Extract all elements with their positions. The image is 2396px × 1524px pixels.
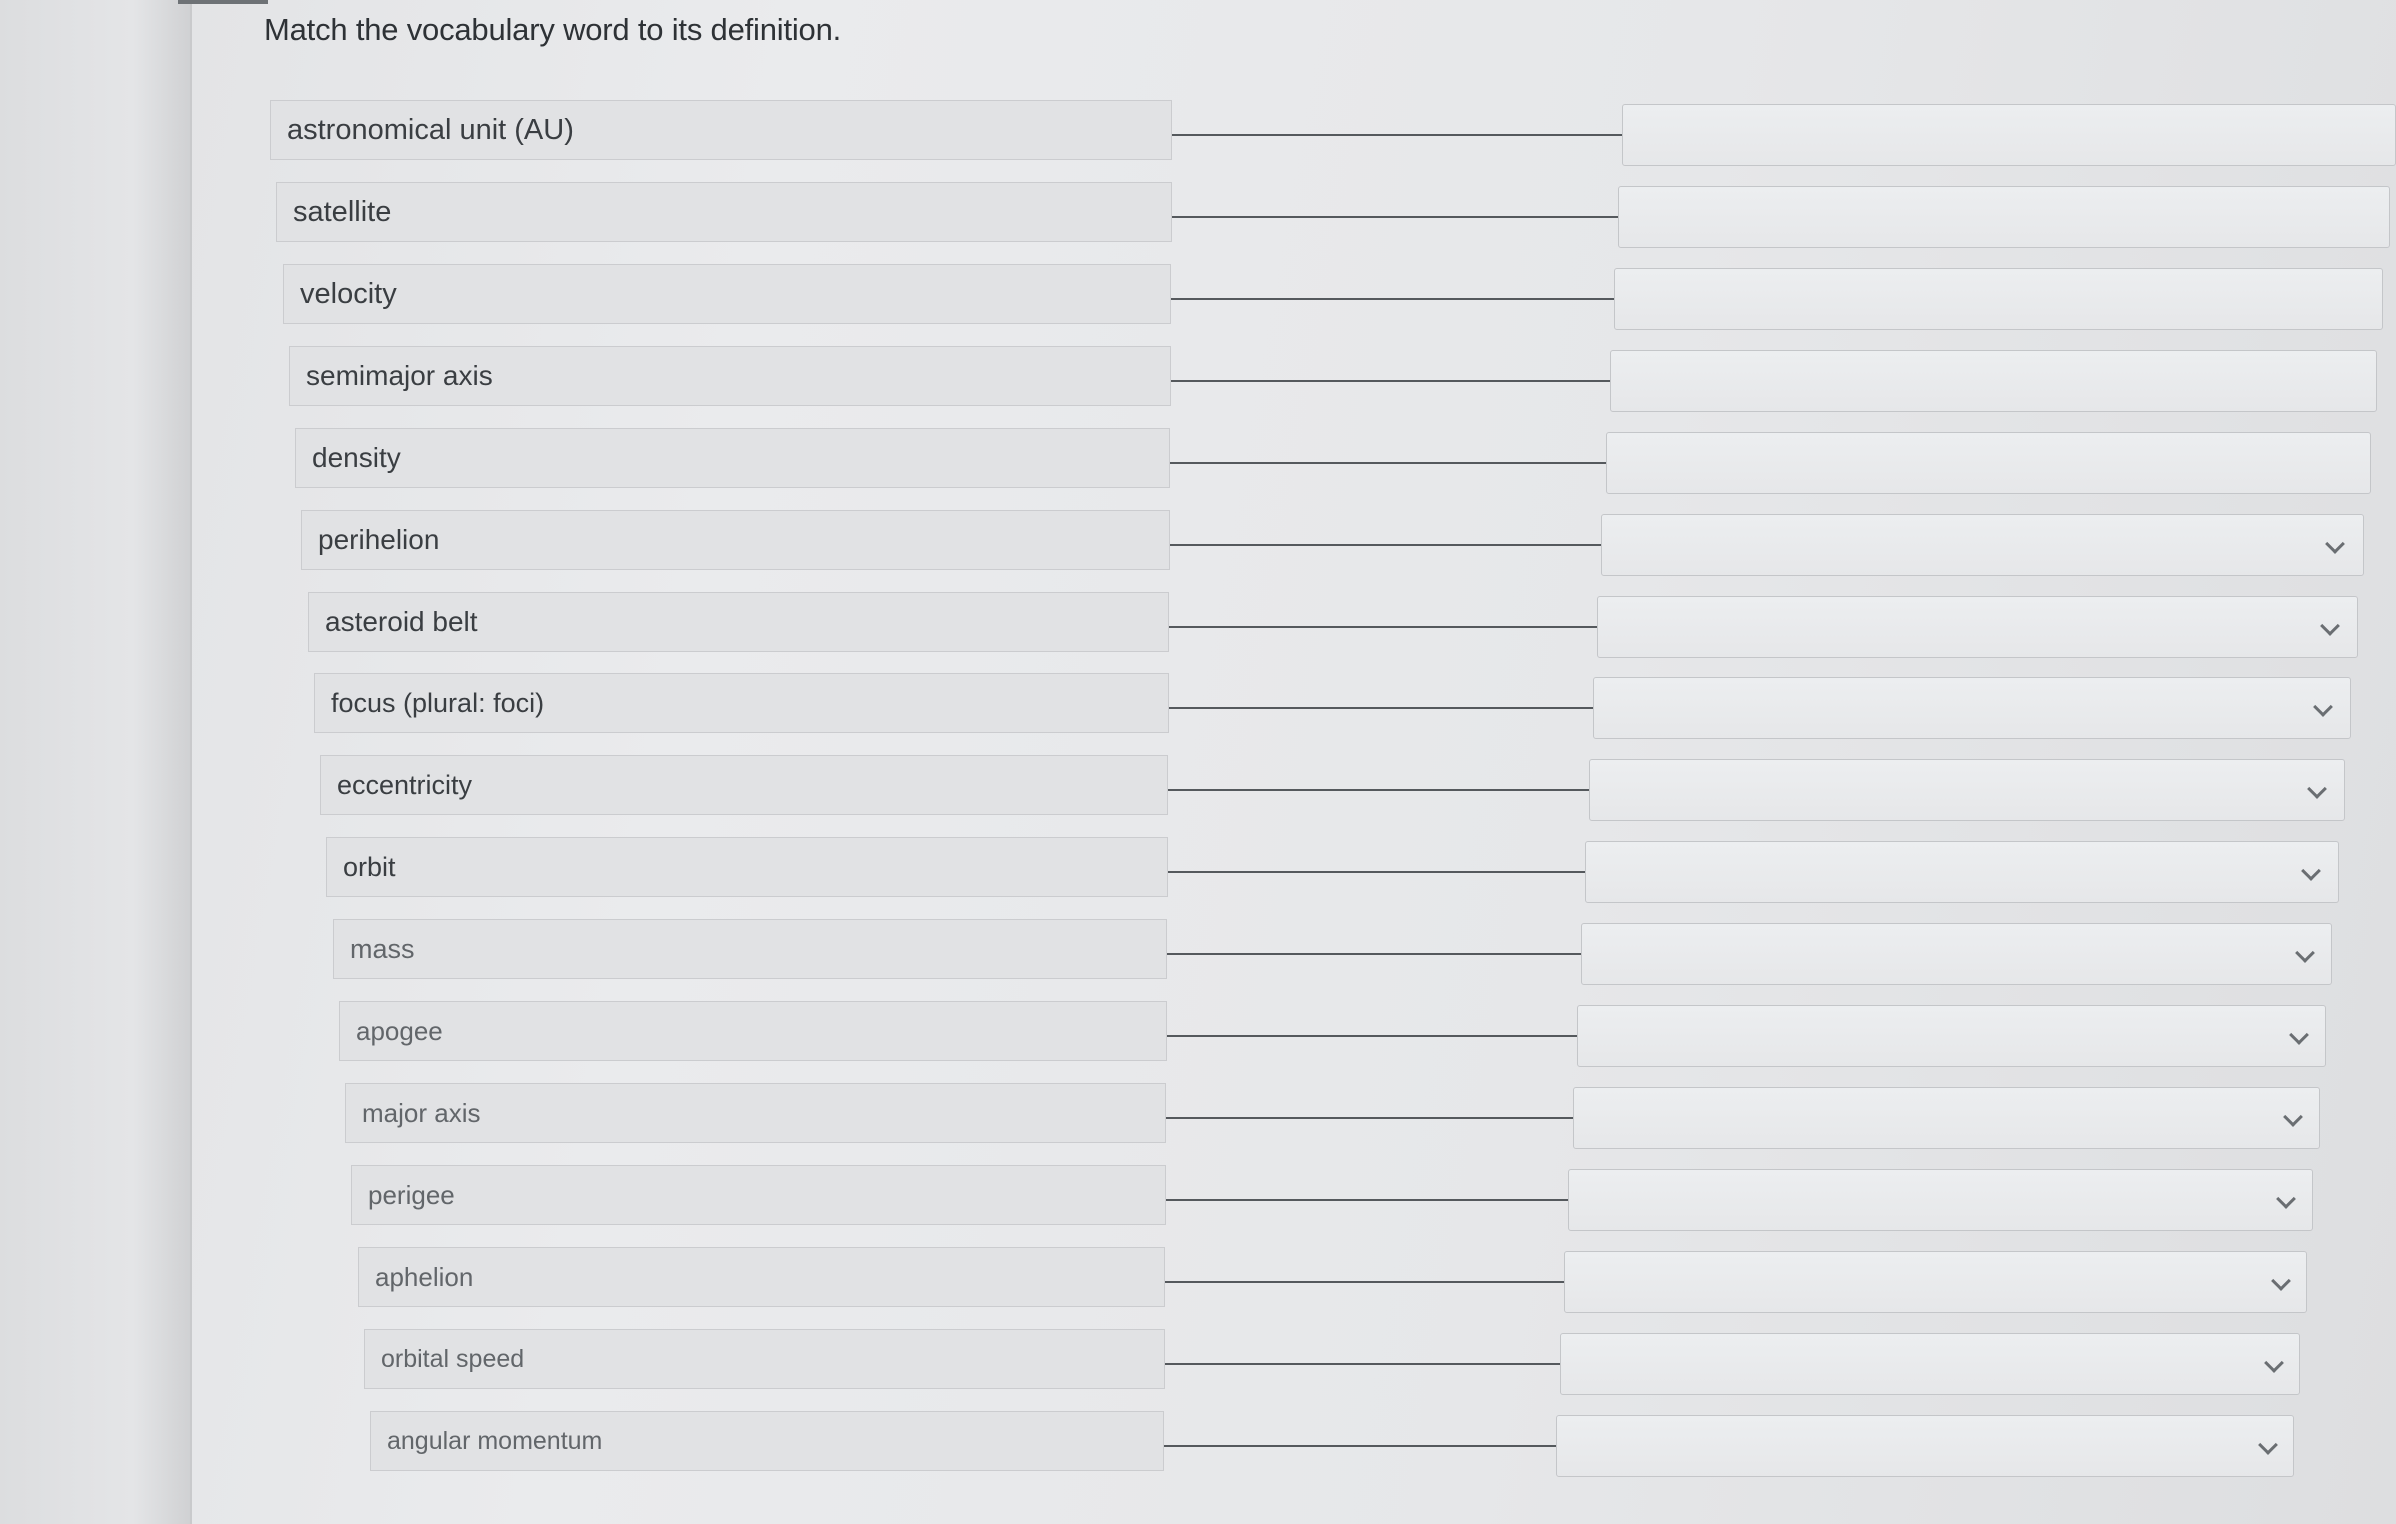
term-card[interactable]: eccentricity [320,755,1168,815]
term-label: focus (plural: foci) [331,687,545,718]
question-instructions: Match the vocabulary word to its definit… [264,12,842,47]
chevron-down-icon[interactable] [2312,697,2333,717]
matching-row: density [0,428,2396,498]
term-label: satellite [293,195,392,228]
connector-line [1166,1117,1573,1119]
definition-dropdown[interactable] [1622,104,2396,166]
connector-line [1172,134,1622,136]
definition-dropdown[interactable] [1577,1005,2326,1067]
chevron-down-icon[interactable] [2258,1435,2278,1455]
definition-dropdown[interactable] [1585,841,2339,903]
term-card[interactable]: orbit [326,837,1168,897]
matching-row: asteroid belt [0,592,2396,662]
connector-line [1165,1281,1564,1283]
matching-row: apogee [0,1001,2396,1071]
term-card[interactable]: density [295,428,1170,488]
term-card[interactable]: aphelion [358,1247,1165,1307]
connector-line [1171,380,1610,382]
term-card[interactable]: perigee [351,1165,1166,1225]
term-label: mass [350,933,415,964]
definition-dropdown[interactable] [1618,186,2390,248]
term-label: asteroid belt [325,606,478,637]
definition-dropdown[interactable] [1568,1169,2313,1231]
matching-row: mass [0,919,2396,989]
definition-dropdown[interactable] [1614,268,2383,330]
connector-line [1170,462,1606,464]
matching-row: major axis [0,1083,2396,1153]
term-card[interactable]: semimajor axis [289,346,1171,406]
connector-line [1164,1445,1556,1447]
chevron-down-icon[interactable] [2263,1353,2284,1373]
definition-dropdown[interactable] [1593,677,2351,739]
definition-dropdown[interactable] [1601,514,2364,576]
definition-dropdown[interactable] [1560,1333,2300,1395]
chevron-down-icon[interactable] [2325,534,2346,554]
matching-row: perigee [0,1165,2396,1235]
term-card[interactable]: focus (plural: foci) [314,673,1169,733]
chevron-down-icon[interactable] [2294,943,2315,963]
definition-dropdown[interactable] [1556,1415,2294,1477]
matching-row: orbit [0,837,2396,907]
definition-dropdown[interactable] [1606,432,2371,494]
connector-line [1172,216,1618,218]
term-card[interactable]: satellite [276,182,1172,242]
connector-line [1169,707,1593,709]
definition-dropdown[interactable] [1610,350,2377,412]
matching-row: angular momentum [0,1411,2396,1481]
top-tab-indicator [178,0,268,4]
term-card[interactable]: apogee [339,1001,1167,1061]
term-label: apogee [356,1015,443,1046]
term-label: semimajor axis [306,360,493,391]
connector-line [1165,1363,1560,1365]
connector-line [1168,789,1589,791]
term-label: density [312,442,401,473]
chevron-down-icon[interactable] [2283,1107,2303,1127]
connector-line [1166,1199,1568,1201]
definition-dropdown[interactable] [1597,596,2358,658]
term-card[interactable]: asteroid belt [308,592,1169,652]
term-label: astronomical unit (AU) [287,113,574,146]
term-card[interactable]: astronomical unit (AU) [270,100,1172,160]
definition-dropdown[interactable] [1589,759,2345,821]
chevron-down-icon[interactable] [2270,1271,2291,1291]
matching-row: eccentricity [0,755,2396,825]
connector-line [1167,953,1581,955]
term-label: perigee [368,1179,455,1210]
chevron-down-icon[interactable] [2301,861,2322,881]
term-label: aphelion [375,1261,474,1292]
matching-row: velocity [0,264,2396,334]
term-label: angular momentum [387,1426,603,1455]
chevron-down-icon[interactable] [2319,616,2340,636]
matching-row: perihelion [0,510,2396,580]
connector-line [1168,871,1585,873]
chevron-down-icon[interactable] [2288,1025,2309,1045]
definition-dropdown[interactable] [1581,923,2332,985]
connector-line [1170,544,1601,546]
term-card[interactable]: mass [333,919,1167,979]
term-label: major axis [362,1097,481,1128]
term-card[interactable]: perihelion [301,510,1170,570]
term-label: perihelion [318,524,440,555]
chevron-down-icon[interactable] [2307,779,2327,799]
matching-row: focus (plural: foci) [0,673,2396,743]
definition-dropdown[interactable] [1573,1087,2320,1149]
matching-row: semimajor axis [0,346,2396,416]
definition-dropdown[interactable] [1564,1251,2307,1313]
connector-line [1167,1035,1577,1037]
term-card[interactable]: orbital speed [364,1329,1165,1389]
connector-line [1171,298,1614,300]
connector-line [1169,626,1597,628]
term-card[interactable]: velocity [283,264,1171,324]
term-card[interactable]: angular momentum [370,1411,1164,1471]
matching-row: satellite [0,182,2396,252]
term-label: orbital speed [381,1344,525,1373]
matching-row: aphelion [0,1247,2396,1317]
chevron-down-icon[interactable] [2276,1189,2297,1209]
matching-row: astronomical unit (AU) [0,100,2396,170]
term-label: orbit [343,851,396,882]
term-label: velocity [300,277,397,310]
term-label: eccentricity [337,769,473,800]
matching-row: orbital speed [0,1329,2396,1399]
term-card[interactable]: major axis [345,1083,1166,1143]
